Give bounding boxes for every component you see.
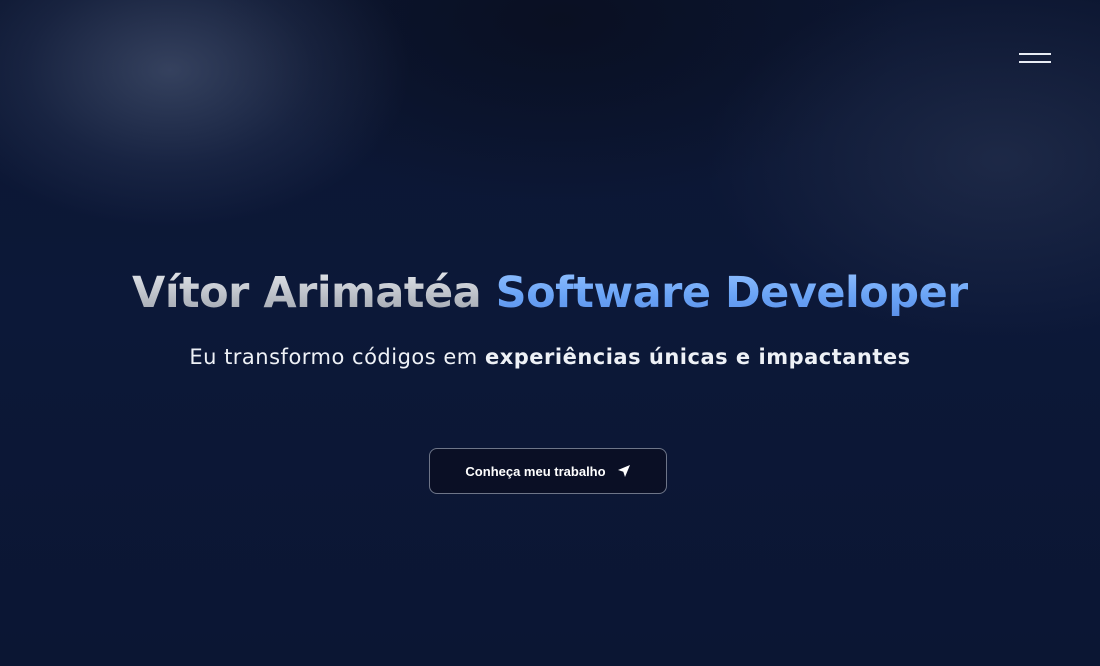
hero-title: Vítor Arimatéa Software Developer xyxy=(0,262,1100,324)
hero-subtitle-emphasis: experiências únicas e impactantes xyxy=(484,345,911,369)
hero-section: Vítor Arimatéa Software Developer Eu tra… xyxy=(0,262,1100,369)
hamburger-menu-icon-line xyxy=(1019,61,1051,63)
hamburger-menu-icon xyxy=(1019,53,1051,55)
hero-subtitle: Eu transformo códigos em experiências ún… xyxy=(0,345,1100,369)
send-arrow-icon xyxy=(617,464,631,478)
view-work-button-label: Conheça meu trabalho xyxy=(465,463,606,479)
hero-name: Vítor Arimatéa xyxy=(132,268,482,318)
hero-role: Software Developer xyxy=(495,268,969,318)
view-work-button[interactable]: Conheça meu trabalho xyxy=(429,448,667,494)
hero-subtitle-plain: Eu transformo códigos em xyxy=(189,345,478,369)
hamburger-menu-button[interactable] xyxy=(1015,48,1053,70)
